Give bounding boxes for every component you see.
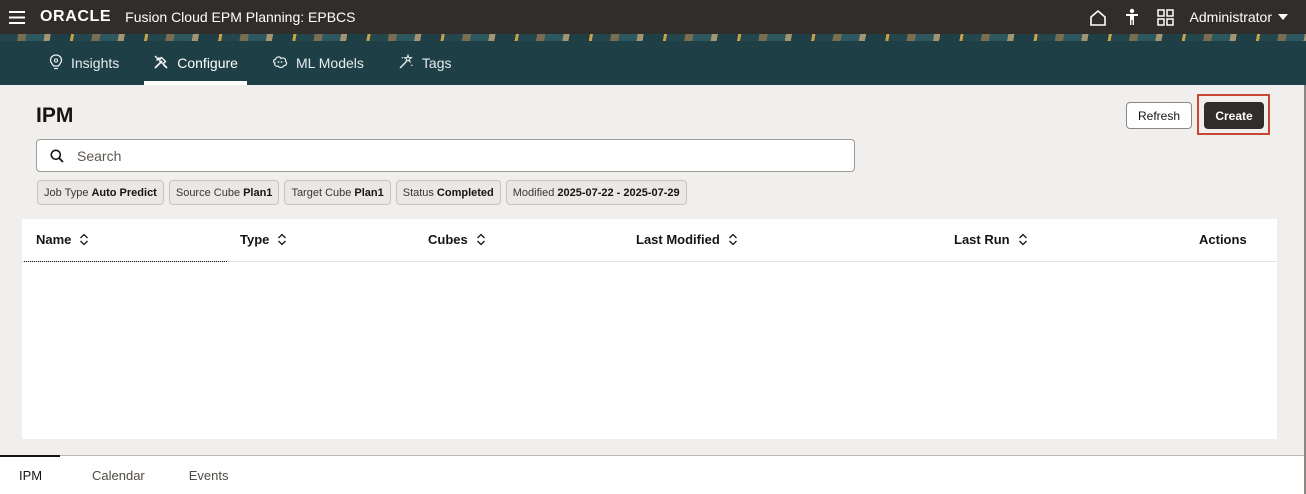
tab-label: Insights — [71, 55, 120, 71]
search-icon — [37, 139, 77, 172]
filter-key: Source Cube — [175, 186, 241, 199]
bottom-tab-label: Events — [188, 467, 229, 483]
sort-icon[interactable] — [1018, 233, 1028, 247]
tab-configure[interactable]: Configure — [144, 41, 247, 85]
tags-icon — [398, 52, 414, 73]
filter-value: Plan1 — [354, 186, 384, 199]
chevron-down-icon — [1278, 14, 1288, 20]
sort-icon[interactable] — [728, 233, 738, 247]
hamburger-menu-icon[interactable] — [0, 0, 34, 34]
tab-label: Tags — [421, 55, 452, 71]
refresh-button[interactable]: Refresh — [1126, 102, 1192, 129]
jobs-table: Name Type Cubes Last Modified Last Run A… — [22, 219, 1277, 439]
bottom-tab-label: IPM — [19, 467, 43, 483]
tab-ml-models[interactable]: ML Models — [263, 41, 373, 85]
user-name: Administrator — [1189, 9, 1272, 25]
search-box — [36, 139, 855, 172]
configure-icon — [153, 54, 169, 73]
filter-chip-status[interactable]: Status Completed — [395, 180, 501, 205]
column-label: Last Modified — [636, 232, 720, 247]
tab-insights[interactable]: Insights — [40, 41, 128, 85]
create-button[interactable]: Create — [1204, 102, 1264, 129]
column-label: Cubes — [428, 232, 468, 247]
filter-chip-modified[interactable]: Modified 2025-07-22 - 2025-07-29 — [505, 180, 687, 205]
filter-value: Auto Predict — [91, 186, 157, 199]
tab-label: Configure — [177, 55, 238, 71]
ml-models-icon — [272, 55, 288, 72]
filter-key: Target Cube — [291, 186, 352, 199]
filter-key: Modified — [512, 186, 555, 199]
sort-icon[interactable] — [476, 233, 486, 247]
page-title: IPM — [36, 104, 74, 127]
column-header-name[interactable]: Name — [36, 232, 89, 247]
filter-chips: Job Type Auto Predict Source Cube Plan1 … — [37, 180, 687, 205]
filter-chip-target-cube[interactable]: Target Cube Plan1 — [284, 180, 391, 205]
header-pattern-band — [0, 34, 1306, 41]
column-header-cubes[interactable]: Cubes — [428, 232, 486, 247]
column-header-last-modified[interactable]: Last Modified — [636, 232, 738, 247]
sort-icon[interactable] — [79, 233, 89, 247]
filter-chip-job-type[interactable]: Job Type Auto Predict — [37, 180, 164, 205]
module-nav: Insights Configure ML Models Tags — [0, 41, 1306, 85]
user-menu[interactable]: Administrator — [1190, 9, 1288, 25]
filter-value: Plan1 — [243, 186, 273, 199]
oracle-logo[interactable]: ORACLE — [40, 8, 111, 26]
filter-value: 2025-07-22 - 2025-07-29 — [557, 186, 680, 199]
column-label: Last Run — [954, 232, 1010, 247]
bottom-tab-bar: IPM Calendar Events — [0, 455, 1306, 494]
sort-icon[interactable] — [277, 233, 287, 247]
bottom-tab-events[interactable]: Events — [145, 456, 229, 494]
filter-key: Job Type — [44, 186, 89, 199]
column-header-type[interactable]: Type — [240, 232, 287, 247]
column-label: Actions — [1199, 232, 1247, 247]
column-header-actions: Actions — [1199, 232, 1247, 247]
insights-icon — [49, 53, 63, 73]
bottom-tab-calendar[interactable]: Calendar — [60, 456, 145, 494]
global-header: ORACLE Fusion Cloud EPM Planning: EPBCS … — [0, 0, 1306, 34]
navigator-grid-icon[interactable] — [1156, 7, 1176, 27]
app-title: Fusion Cloud EPM Planning: EPBCS — [125, 9, 356, 25]
filter-key: Status — [402, 186, 434, 199]
accessibility-icon[interactable] — [1122, 7, 1142, 27]
filter-chip-source-cube[interactable]: Source Cube Plan1 — [168, 180, 280, 205]
filter-value: Completed — [436, 186, 494, 199]
column-label: Name — [36, 232, 72, 247]
home-icon[interactable] — [1088, 7, 1108, 27]
bottom-tab-ipm[interactable]: IPM — [0, 455, 60, 494]
bottom-tab-label: Calendar — [92, 467, 145, 483]
tab-label: ML Models — [295, 55, 364, 71]
column-label: Type — [240, 232, 270, 247]
column-focus-indicator — [24, 261, 227, 262]
search-input[interactable] — [77, 140, 854, 171]
tab-tags[interactable]: Tags — [389, 41, 461, 85]
column-header-last-run[interactable]: Last Run — [954, 232, 1028, 247]
